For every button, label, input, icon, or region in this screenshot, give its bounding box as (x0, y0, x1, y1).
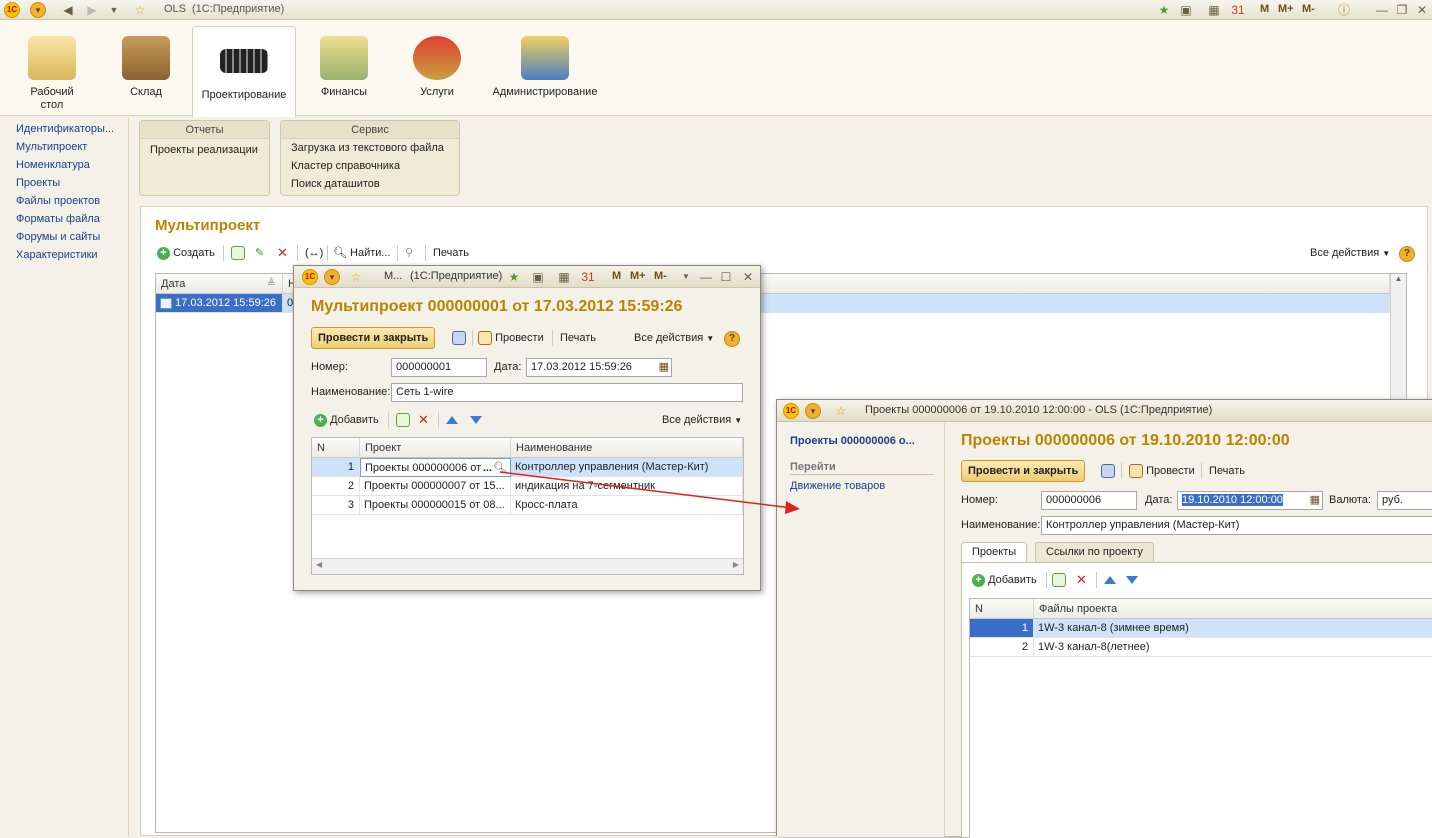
annotation-arrow (499, 471, 800, 514)
arrow-head-icon (785, 501, 800, 514)
arrow-line (499, 471, 793, 509)
